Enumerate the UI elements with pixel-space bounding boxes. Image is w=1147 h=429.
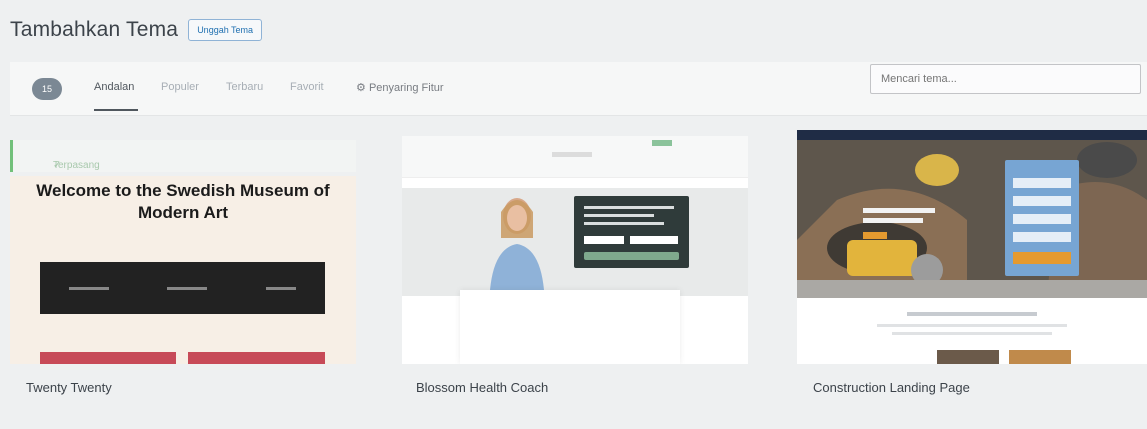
preview-header — [402, 136, 748, 178]
upload-theme-button[interactable]: Unggah Tema — [188, 19, 263, 41]
gear-icon: ⚙ — [356, 82, 366, 94]
preview-image-strip — [1009, 350, 1071, 364]
preview-hero-photo — [797, 130, 1147, 298]
preview-red-block — [188, 352, 325, 364]
tab-popular[interactable]: Populer — [161, 81, 199, 93]
theme-search-input[interactable] — [870, 64, 1141, 94]
tab-favorites[interactable]: Favorit — [290, 81, 324, 93]
theme-screenshot[interactable]: Welcome to the Swedish Museum of Modern … — [10, 176, 356, 364]
page-title: Tambahkan Tema — [10, 18, 179, 41]
installed-label: Terpasang — [53, 160, 100, 171]
theme-card[interactable]: Construction Landing Page — [797, 130, 1147, 410]
theme-card[interactable]: ✓ Terpasang Welcome to the Swedish Museu… — [10, 130, 356, 410]
theme-name: Construction Landing Page — [813, 380, 970, 395]
page-header: Tambahkan Tema Unggah Tema — [10, 18, 263, 42]
tab-latest[interactable]: Terbaru — [226, 81, 263, 93]
preview-portrait — [490, 198, 544, 290]
preview-features — [460, 290, 680, 364]
preview-contact-form — [1005, 160, 1079, 276]
tab-featured[interactable]: Andalan — [94, 81, 134, 93]
theme-screenshot[interactable] — [797, 130, 1147, 364]
theme-screenshot[interactable] — [402, 136, 748, 364]
active-tab-indicator — [94, 109, 138, 111]
preview-navbar — [797, 130, 1147, 140]
theme-count-badge: 15 — [32, 78, 62, 100]
installed-notice: ✓ Terpasang — [10, 140, 356, 172]
feature-filter-label: Penyaring Fitur — [368, 82, 444, 94]
preview-image-strip — [937, 350, 999, 364]
preview-cta-box — [574, 196, 689, 268]
preview-headline: Welcome to the Swedish Museum of Modern … — [36, 181, 330, 222]
preview-dark-band — [40, 262, 325, 314]
theme-filter-bar: 15 Andalan Populer Terbaru Favorit ⚙ Pen… — [10, 62, 1147, 116]
preview-red-block — [40, 352, 176, 364]
preview-workers-illustration — [797, 130, 1147, 298]
theme-name: Twenty Twenty — [26, 380, 112, 395]
theme-name: Blossom Health Coach — [416, 380, 549, 395]
theme-card[interactable]: Blossom Health Coach — [400, 130, 748, 410]
feature-filter-button[interactable]: ⚙ Penyaring Fitur — [356, 81, 444, 94]
